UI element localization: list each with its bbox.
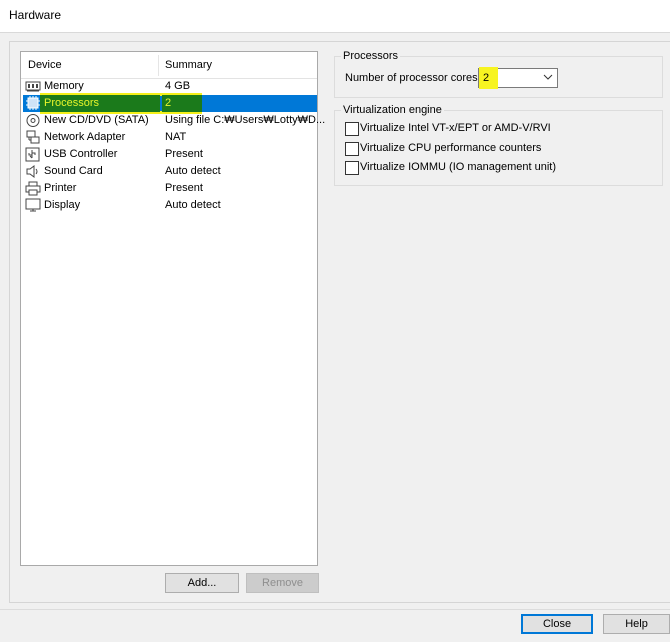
remove-button[interactable]: Remove xyxy=(246,573,319,593)
device-name: Processors xyxy=(44,97,100,109)
column-header-device[interactable]: Device xyxy=(28,59,62,71)
cd-dvd-icon xyxy=(25,113,41,128)
device-summary: 4 GB xyxy=(165,80,191,92)
title-bar: Hardware xyxy=(0,0,670,32)
device-summary: 2 xyxy=(165,97,172,109)
device-name: Display xyxy=(44,199,81,211)
checkbox-box[interactable] xyxy=(345,142,359,156)
device-row-cd-dvd[interactable]: New CD/DVD (SATA) Using file C:₩Users₩Lo… xyxy=(23,112,325,129)
device-name: Memory xyxy=(44,80,84,92)
checkbox-box[interactable] xyxy=(345,122,359,136)
processor-cores-label: Number of processor cores: xyxy=(345,72,481,84)
processor-icon xyxy=(25,96,41,111)
checkbox-label[interactable]: Virtualize Intel VT-x/EPT or AMD-V/RVI xyxy=(360,122,551,134)
add-button[interactable]: Add... xyxy=(165,573,239,593)
chevron-down-icon xyxy=(543,71,553,83)
device-summary: Present xyxy=(165,182,203,194)
network-adapter-icon xyxy=(25,130,41,145)
device-summary: Using file C:₩Users₩Lotty₩D... xyxy=(165,114,326,126)
window-title: Hardware xyxy=(9,8,62,22)
device-list[interactable]: Device Summary Memory 4 GB Processors 2 … xyxy=(20,51,325,566)
device-name: USB Controller xyxy=(44,148,118,160)
device-name: Sound Card xyxy=(44,165,103,177)
column-separator[interactable] xyxy=(158,55,159,76)
device-row-network-adapter[interactable]: Network Adapter NAT xyxy=(23,129,317,146)
checkbox-box[interactable] xyxy=(345,161,359,175)
device-name: Network Adapter xyxy=(44,131,126,143)
monitor-icon xyxy=(25,198,41,213)
device-row-usb-controller[interactable]: USB Controller Present xyxy=(23,146,317,163)
device-summary: NAT xyxy=(165,131,187,143)
memory-icon xyxy=(25,79,41,94)
device-summary: Auto detect xyxy=(165,199,221,211)
device-row-sound-card[interactable]: Sound Card Auto detect xyxy=(23,163,317,180)
usb-icon xyxy=(25,147,41,162)
device-summary: Auto detect xyxy=(165,165,221,177)
processor-cores-value: 2 xyxy=(483,72,490,84)
device-list-header: Device Summary xyxy=(21,52,317,79)
column-header-summary[interactable]: Summary xyxy=(165,59,212,71)
device-summary: Present xyxy=(165,148,203,160)
close-button[interactable]: Close xyxy=(521,614,593,634)
virtualization-group-label: Virtualization engine xyxy=(341,104,444,116)
checkbox-label[interactable]: Virtualize IOMMU (IO management unit) xyxy=(360,161,556,173)
processor-cores-select[interactable]: 2 xyxy=(478,67,558,89)
help-button[interactable]: Help xyxy=(603,614,670,634)
printer-icon xyxy=(25,181,41,196)
device-row-printer[interactable]: Printer Present xyxy=(23,180,317,197)
device-name: New CD/DVD (SATA) xyxy=(44,114,149,126)
device-row-processors[interactable]: Processors 2 xyxy=(23,93,317,114)
device-name: Printer xyxy=(44,182,77,194)
checkbox-label[interactable]: Virtualize CPU performance counters xyxy=(360,142,541,154)
speaker-icon xyxy=(25,164,41,179)
device-row-display[interactable]: Display Auto detect xyxy=(23,197,317,214)
processors-group-label: Processors xyxy=(341,50,401,62)
